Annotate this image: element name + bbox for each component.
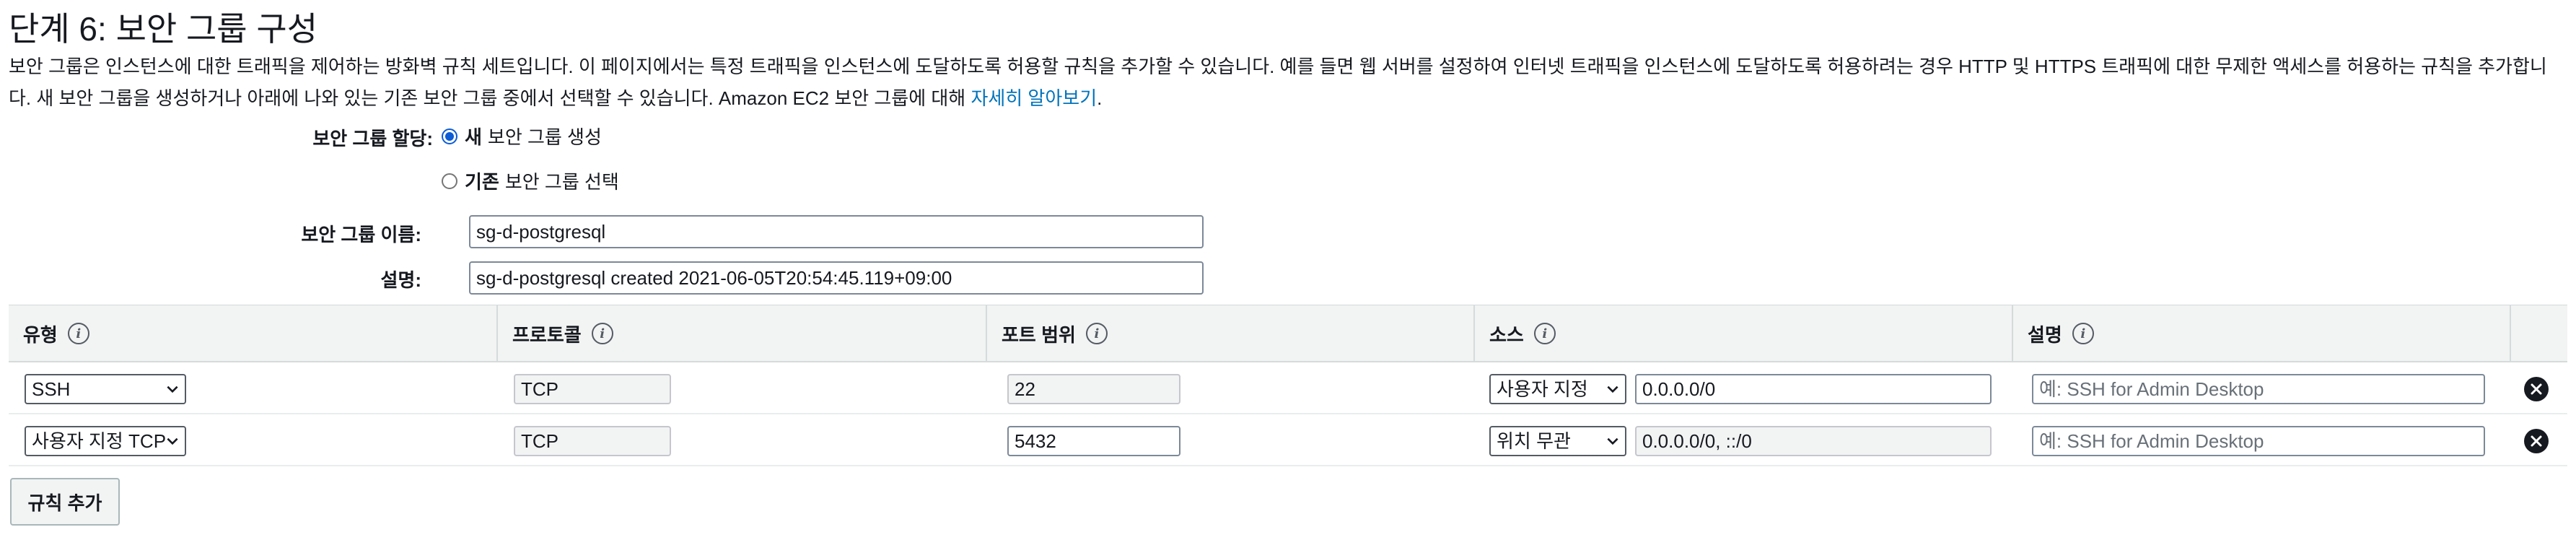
protocol-field: TCP [514, 374, 671, 404]
info-icon[interactable]: i [67, 323, 89, 344]
security-group-desc-label: 설명: [380, 269, 422, 291]
radio-select-existing[interactable]: 기존 보안 그룹 선택 [442, 167, 619, 194]
page-title: 단계 6: 보안 그룹 구성 [9, 10, 318, 48]
source-type-select[interactable]: 사용자 지정 [1489, 374, 1626, 404]
remove-rule-button[interactable] [2524, 429, 2549, 453]
rule-description-input[interactable]: 예: SSH for Admin Desktop [2032, 426, 2485, 456]
source-cidr-field: 0.0.0.0/0, ::/0 [1635, 426, 1992, 456]
column-header-description: 설명 i [2012, 305, 2510, 362]
chevron-down-icon [167, 437, 178, 445]
column-header-protocol: 프로토콜 i [496, 305, 986, 362]
column-header-type: 유형 i [9, 305, 496, 362]
radio-checked-icon[interactable] [442, 128, 457, 144]
info-icon[interactable]: i [1533, 323, 1556, 344]
column-header-source: 소스 i [1473, 305, 2012, 362]
source-type-select[interactable]: 위치 무관 [1489, 426, 1626, 456]
page-description: 보안 그룹은 인스턴스에 대한 트래픽을 제어하는 방화벽 규칙 세트입니다. … [9, 51, 2563, 114]
radio-create-new-label: 보안 그룹 생성 [487, 126, 602, 148]
chevron-down-icon [1607, 386, 1618, 393]
column-header-actions [2510, 305, 2567, 362]
port-range-field: 22 [1007, 374, 1180, 404]
radio-create-new-bold: 새 [465, 126, 482, 148]
radio-unchecked-icon[interactable] [442, 173, 457, 189]
rule-description-input[interactable]: 예: SSH for Admin Desktop [2032, 374, 2485, 404]
security-group-desc-input[interactable]: sg-d-postgresql created 2021-06-05T20:54… [469, 261, 1204, 295]
column-header-source-label: 소스 [1489, 323, 1524, 346]
radio-create-new[interactable]: 새 보안 그룹 생성 [442, 123, 602, 149]
rule-row: 사용자 지정 TCP TCP 5432 위치 무관 0.0.0.0/0, ::/… [9, 416, 2567, 466]
info-icon[interactable]: i [2072, 323, 2094, 344]
port-range-input[interactable]: 5432 [1007, 426, 1180, 456]
protocol-field: TCP [514, 426, 671, 456]
radio-select-existing-bold: 기존 [465, 171, 499, 193]
type-select[interactable]: SSH [25, 374, 186, 404]
remove-rule-button[interactable] [2524, 377, 2549, 401]
type-select-value: SSH [32, 378, 71, 400]
description-suffix: . [1097, 87, 1103, 109]
rule-row: SSH TCP 22 사용자 지정 0.0.0.0/0 예: SSH for A… [9, 364, 2567, 414]
info-icon[interactable]: i [1085, 323, 1108, 344]
chevron-down-icon [167, 386, 178, 393]
security-group-name-input[interactable]: sg-d-postgresql [469, 215, 1204, 248]
info-icon[interactable]: i [591, 323, 613, 344]
security-group-config-page: 단계 6: 보안 그룹 구성 보안 그룹은 인스턴스에 대한 트래픽을 제어하는… [0, 0, 2576, 540]
chevron-down-icon [1607, 437, 1618, 445]
column-header-port-label: 포트 범위 [1002, 323, 1076, 346]
column-header-port-range: 포트 범위 i [986, 305, 1473, 362]
close-icon [2531, 383, 2542, 395]
security-group-name-label: 보안 그룹 이름: [301, 224, 421, 245]
source-cidr-input[interactable]: 0.0.0.0/0 [1635, 374, 1992, 404]
column-header-protocol-label: 프로토콜 [512, 323, 582, 346]
rules-table-header: 유형 i 프로토콜 i 포트 범위 i 소스 i 설명 i [9, 305, 2567, 362]
add-rule-button[interactable]: 규칙 추가 [10, 478, 120, 526]
close-icon [2531, 435, 2542, 447]
type-select[interactable]: 사용자 지정 TCP [25, 426, 186, 456]
learn-more-link[interactable]: 자세히 알아보기 [971, 87, 1097, 109]
column-header-description-label: 설명 [2028, 323, 2062, 346]
radio-select-existing-label: 보안 그룹 선택 [504, 171, 619, 193]
type-select-value: 사용자 지정 TCP [32, 430, 167, 452]
description-text: 보안 그룹은 인스턴스에 대한 트래픽을 제어하는 방화벽 규칙 세트입니다. … [9, 56, 2547, 109]
column-header-type-label: 유형 [23, 323, 58, 346]
assignment-label: 보안 그룹 할당: [312, 128, 433, 149]
